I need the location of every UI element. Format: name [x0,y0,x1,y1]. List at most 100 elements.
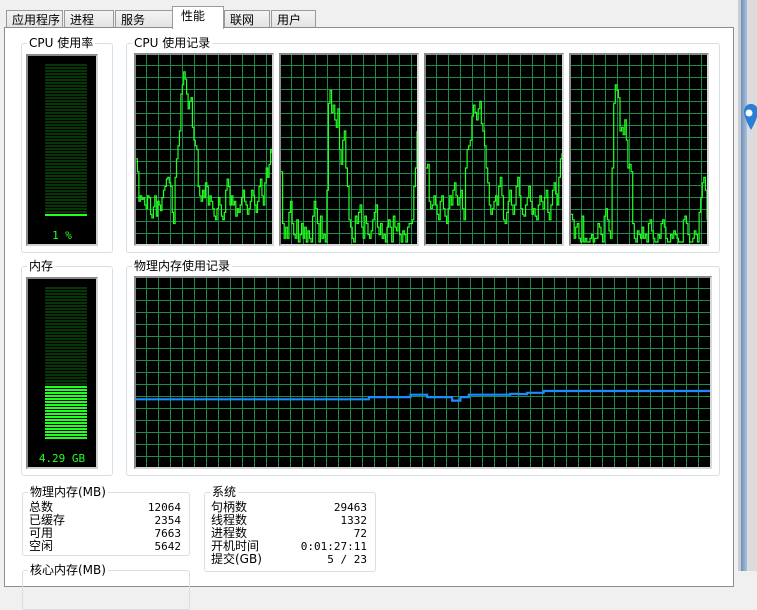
meter-segment-dim [63,199,87,201]
meter-segment-dim [63,344,87,346]
meter-segment-dim [63,338,87,340]
meter-segment-dim [63,118,87,120]
meter-segment-dim [63,115,87,117]
system-title: 系统 [210,485,239,499]
meter-segment-dim [63,151,87,153]
meter-segment-dim [63,106,87,108]
meter-segment-lit [63,398,87,400]
meter-segment-dim [63,202,87,204]
meter-segment-dim [63,139,87,141]
meter-segment-dim [63,308,87,310]
memory-title: 内存 [27,259,56,273]
meter-segment-dim [63,175,87,177]
meter-segment-dim [63,163,87,165]
meter-segment-lit [63,419,87,421]
meter-segment-dim [63,296,87,298]
meter-segment-lit [63,392,87,394]
meter-segment-lit [63,404,87,406]
physical-memory-group: 物理内存(MB) 总数 12064 已缓存 2354 可用 7663 空闲 5642 [22,485,190,556]
meter-segment-dim [63,136,87,138]
cpu-core-2-line [426,100,562,225]
tab-services[interactable]: 服务 [115,10,174,28]
memory-history-title: 物理内存使用记录 [132,259,233,273]
memory-meter-bars [45,287,87,439]
stat-commit: 提交(GB) 5 / 23 [211,552,367,567]
cpu-core-3-graph [569,53,709,246]
meter-segment-dim [63,374,87,376]
meter-segment-dim [63,73,87,75]
cpu-core-1-chart [281,55,417,244]
meter-segment-dim [63,208,87,210]
meter-segment-dim [63,181,87,183]
meter-segment-dim [63,148,87,150]
memory-history-graph [134,276,712,469]
meter-segment-dim [63,100,87,102]
cpu-core-2-graph [424,53,564,246]
tab-performance[interactable]: 性能 [172,6,224,29]
meter-segment-dim [63,196,87,198]
meter-segment-dim [63,85,87,87]
cpu-history-group: CPU 使用记录 [126,36,720,253]
meter-segment-lit [63,431,87,433]
meter-segment-lit [63,401,87,403]
map-pin-icon[interactable] [744,104,757,134]
meter-segment-dim [63,371,87,373]
kernel-memory-group: 核心内存(MB) [22,563,190,610]
tab-applications[interactable]: 应用程序 [6,10,63,28]
meter-segment-dim [63,299,87,301]
window-edge [738,0,757,571]
meter-segment-lit [63,389,87,391]
meter-segment-dim [63,335,87,337]
memory-history-chart [136,278,710,467]
meter-segment-dim [63,169,87,171]
meter-segment-dim [63,70,87,72]
cpu-usage-meter: 1 % [26,54,98,246]
cpu-core-0-line [136,71,272,225]
meter-segment-dim [63,365,87,367]
performance-panel: CPU 使用率 1 % CPU 使用记录 内存 4.29 GB 物理内存使用记录… [4,27,734,610]
meter-segment-lit [63,422,87,424]
meter-segment-dim [63,305,87,307]
meter-segment-dim [63,193,87,195]
meter-segment-dim [63,293,87,295]
memory-meter: 4.29 GB [26,277,98,469]
meter-segment-lit [63,410,87,412]
meter-segment-dim [63,172,87,174]
meter-segment-dim [63,320,87,322]
meter-segment-dim [63,154,87,156]
meter-segment-dim [63,323,87,325]
meter-segment-dim [63,91,87,93]
cpu-usage-value: 1 % [52,229,72,242]
meter-segment-dim [63,130,87,132]
tab-processes[interactable]: 进程 [64,10,114,28]
meter-segment-dim [63,347,87,349]
meter-segment-dim [63,302,87,304]
meter-segment-dim [63,178,87,180]
tab-networking[interactable]: 联网 [224,10,270,28]
meter-segment-dim [63,368,87,370]
meter-segment-lit [63,395,87,397]
vertical-scrollbar[interactable] [741,0,747,571]
meter-segment-dim [63,287,87,289]
meter-segment-dim [63,326,87,328]
meter-segment-dim [63,97,87,99]
meter-segment-dim [63,314,87,316]
meter-segment-dim [63,67,87,69]
meter-segment-dim [63,329,87,331]
meter-segment-dim [63,133,87,135]
meter-segment-dim [63,103,87,105]
physical-memory-title: 物理内存(MB) [28,485,108,499]
cpu-core-3-chart [571,55,707,244]
cpu-usage-group: CPU 使用率 1 % [21,36,113,253]
meter-segment-dim [63,353,87,355]
meter-segment-lit [63,413,87,415]
tab-users[interactable]: 用户 [271,10,316,28]
meter-segment-dim [63,380,87,382]
meter-segment-dim [63,157,87,159]
meter-segment-dim [63,184,87,186]
meter-segment-dim [63,145,87,147]
meter-segment-dim [63,211,87,213]
meter-segment-lit [63,428,87,430]
cpu-core-0-graph [134,53,274,246]
meter-segment-dim [63,350,87,352]
